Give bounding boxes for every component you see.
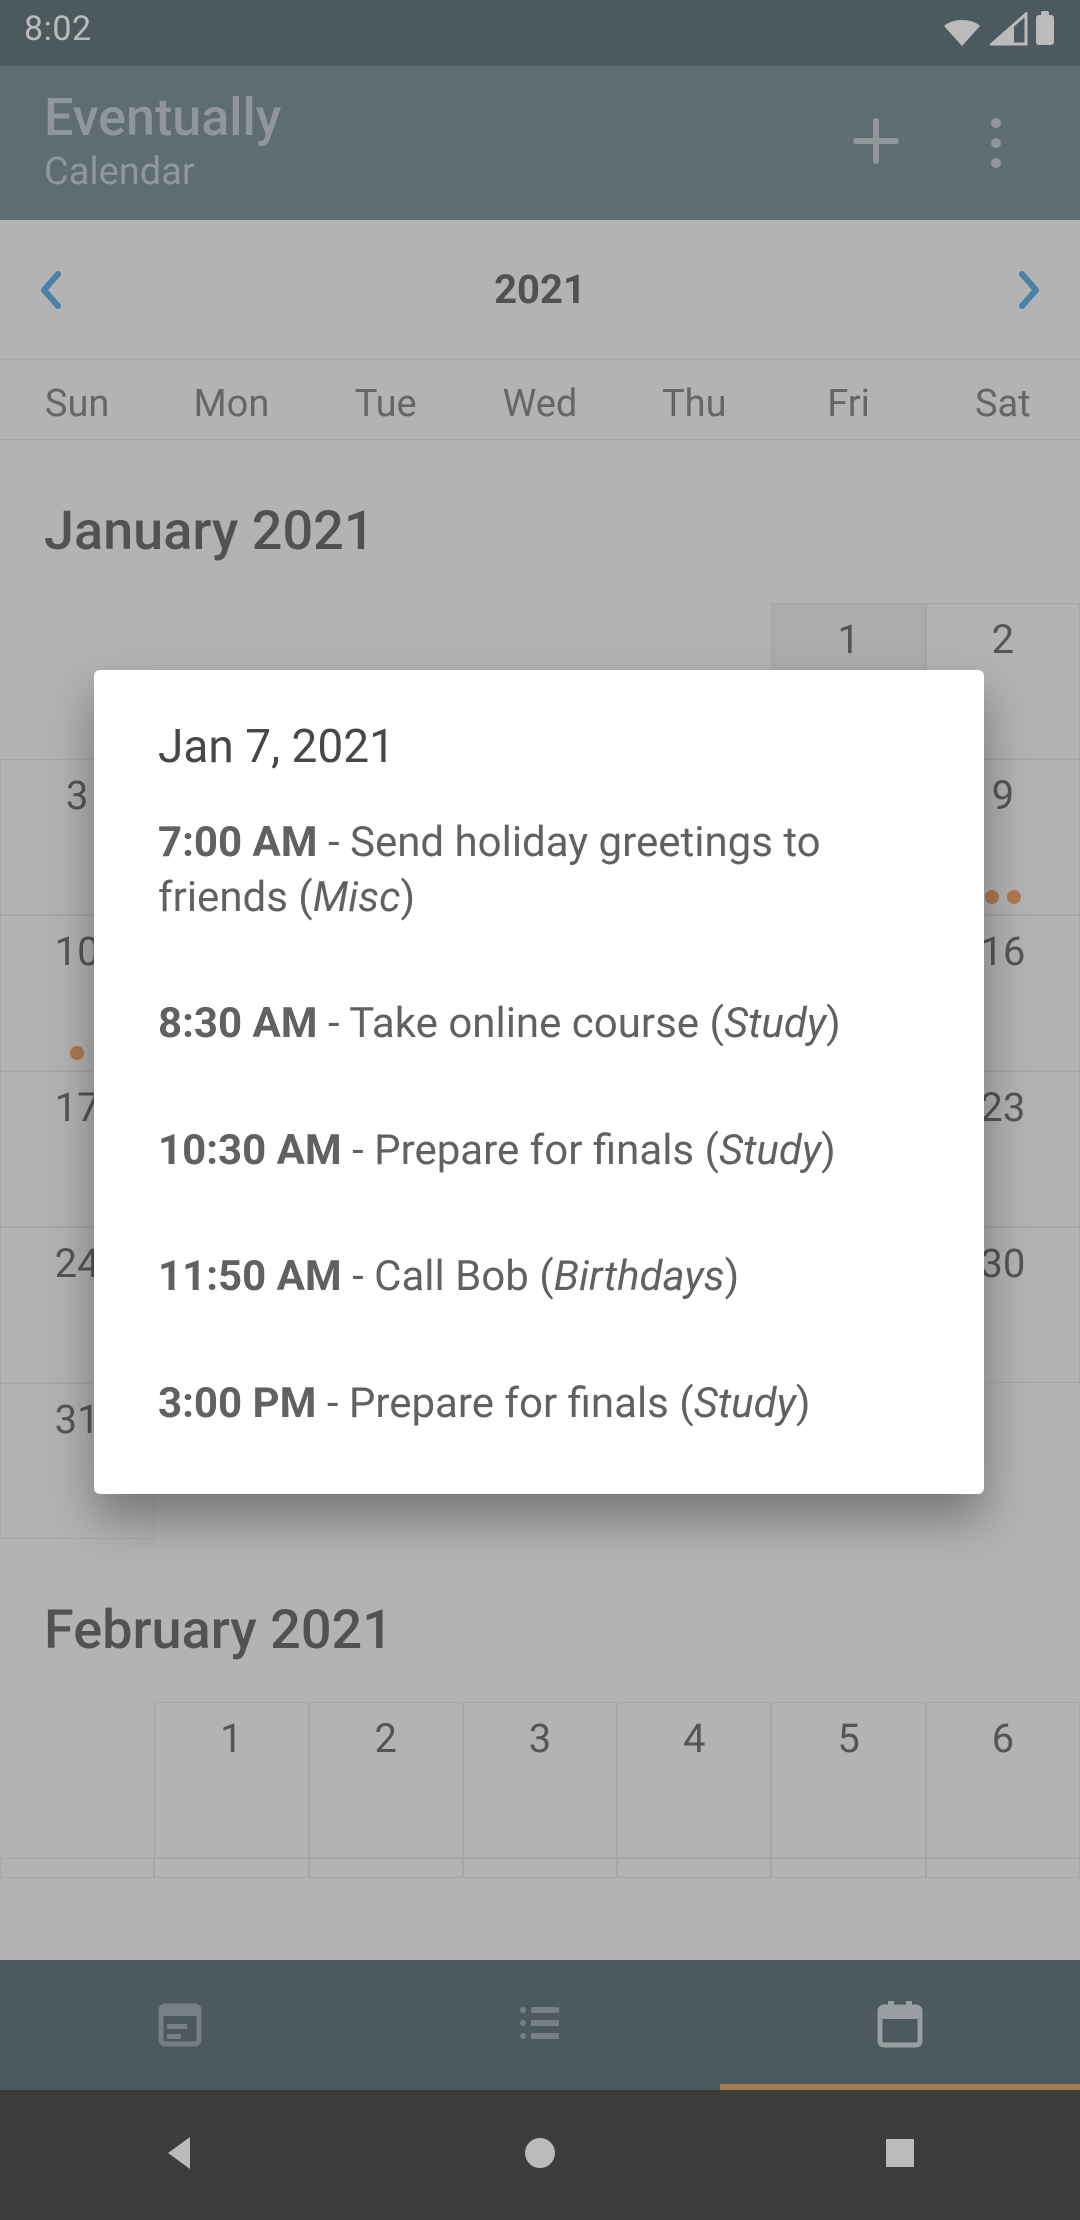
event-time: 7:00 AM	[158, 818, 318, 867]
event-cat-open: (	[669, 1379, 694, 1428]
event-title: Take online course	[349, 999, 699, 1048]
event-separator: -	[318, 999, 350, 1048]
event-cat-close: )	[725, 1252, 740, 1301]
event-time: 11:50 AM	[158, 1252, 342, 1301]
event-title: Call Bob	[374, 1252, 529, 1301]
day-events-dialog: Jan 7, 2021 7:00 AM - Send holiday greet…	[94, 670, 984, 1494]
event-item[interactable]: 3:00 PM - Prepare for finals (Study)	[158, 1377, 920, 1432]
event-cat-open: (	[288, 873, 313, 922]
event-separator: -	[342, 1126, 374, 1175]
event-cat-close: )	[821, 1126, 836, 1175]
event-category: Study	[694, 1379, 796, 1428]
event-separator: -	[316, 1379, 348, 1428]
event-title: Prepare for finals	[349, 1379, 669, 1428]
event-cat-close: )	[796, 1379, 811, 1428]
event-separator: -	[318, 818, 350, 867]
event-category: Study	[724, 999, 826, 1048]
event-item[interactable]: 7:00 AM - Send holiday greetings to frie…	[158, 816, 920, 925]
event-item[interactable]: 10:30 AM - Prepare for finals (Study)	[158, 1124, 920, 1179]
event-time: 3:00 PM	[158, 1379, 316, 1428]
event-cat-open: (	[694, 1126, 719, 1175]
event-title: Prepare for finals	[374, 1126, 694, 1175]
event-item[interactable]: 11:50 AM - Call Bob (Birthdays)	[158, 1250, 920, 1305]
screen: 8:02 Eventually Calendar	[0, 0, 1080, 2220]
event-time: 10:30 AM	[158, 1126, 342, 1175]
event-item[interactable]: 8:30 AM - Take online course (Study)	[158, 997, 920, 1052]
event-cat-close: )	[826, 999, 841, 1048]
event-category: Misc	[313, 873, 401, 922]
event-cat-close: )	[401, 873, 416, 922]
event-cat-open: (	[699, 999, 724, 1048]
event-time: 8:30 AM	[158, 999, 318, 1048]
event-separator: -	[342, 1252, 374, 1301]
event-category: Birthdays	[554, 1252, 725, 1301]
event-category: Study	[719, 1126, 821, 1175]
dialog-date: Jan 7, 2021	[158, 720, 920, 774]
event-list: 7:00 AM - Send holiday greetings to frie…	[158, 816, 920, 1432]
event-cat-open: (	[529, 1252, 554, 1301]
